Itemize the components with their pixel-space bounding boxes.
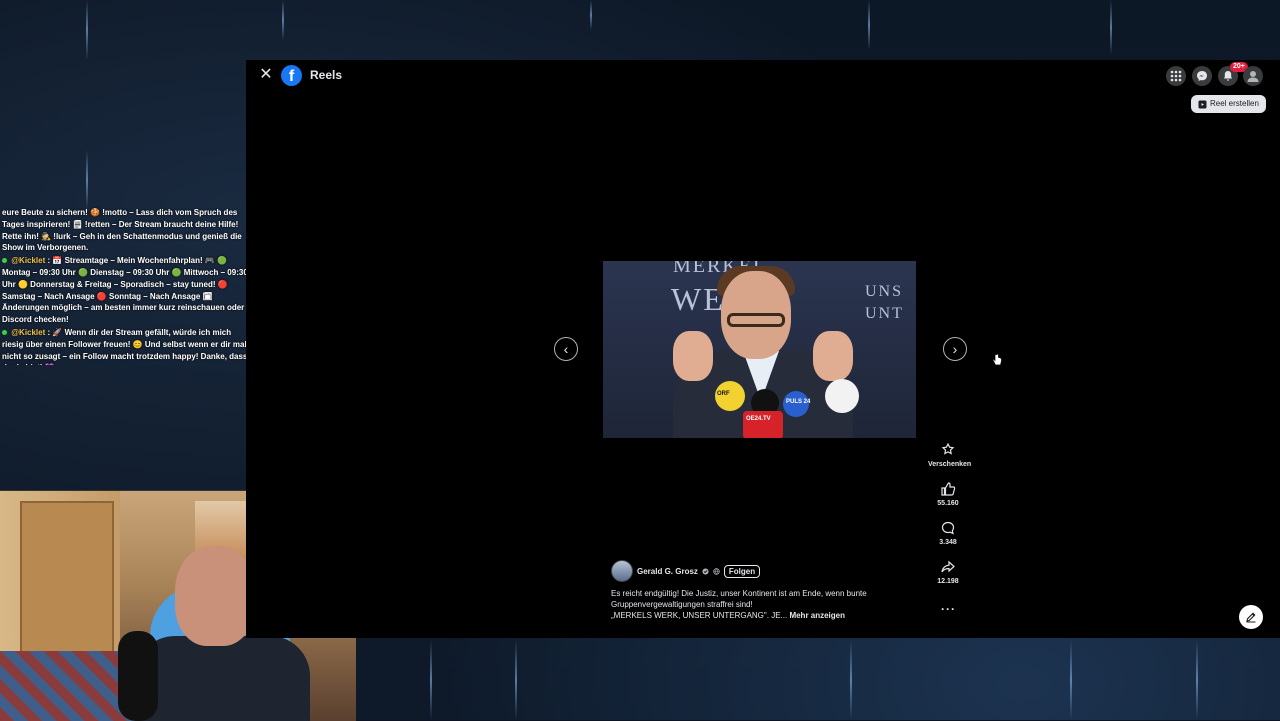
light-streak [590, 0, 592, 30]
mic-logo: OE24.TV [746, 416, 771, 422]
light-streak [1070, 640, 1072, 720]
chat-message: @Kicklet : 🚀 Wenn dir der Stream gefällt… [2, 327, 248, 365]
light-streak [515, 640, 517, 720]
poster-text: UNS [865, 283, 904, 300]
status-dot-icon [2, 329, 7, 335]
author-row: Gerald G. Grosz Folgen [611, 560, 761, 582]
mic-logo: ORF [717, 391, 730, 397]
bell-icon [1223, 71, 1233, 81]
light-streak [868, 0, 870, 50]
create-reel-button[interactable]: Reel erstellen [1191, 95, 1266, 113]
speaker-hand [673, 331, 713, 381]
chat-text: eure Beute zu sichern! 🍪 !motto – Lass d… [2, 208, 242, 253]
share-count: 12.198 [937, 578, 959, 585]
gift-label: Verschenken [928, 461, 972, 468]
speaker-glasses [727, 313, 785, 327]
chat-username: @Kicklet [11, 327, 46, 337]
compose-button[interactable] [1239, 605, 1263, 629]
light-streak [850, 640, 852, 720]
reel-icon [1198, 100, 1207, 108]
status-dot-icon [2, 258, 7, 264]
caption-text: Es reicht endgültig! Die Justiz, unser K… [611, 589, 867, 609]
share-icon [941, 560, 955, 573]
facebook-logo[interactable]: f [281, 65, 302, 86]
chat-text: 📅 Streamtage – Mein Wochenfahrplan! 🎮 🟢 … [2, 256, 248, 325]
poster-text: UNT [865, 305, 904, 322]
light-streak [1110, 0, 1112, 55]
light-streak [86, 150, 88, 210]
chat-message: eure Beute zu sichern! 🍪 !motto – Lass d… [2, 207, 248, 254]
previous-reel-button[interactable]: ‹ [554, 337, 578, 361]
avatar[interactable] [611, 560, 633, 582]
reel-caption: Es reicht endgültig! Die Justiz, unser K… [611, 588, 911, 621]
chat-username: @Kicklet [11, 256, 46, 266]
page-title: Reels [310, 68, 343, 82]
messenger-icon [1197, 71, 1207, 81]
light-streak [1196, 640, 1198, 720]
comment-action[interactable]: 3.348 [928, 520, 968, 546]
caption-text: „MERKELS WERK, UNSER UNTERGANG". JE... [611, 611, 788, 620]
webcam-cabinet [20, 501, 114, 655]
follow-button[interactable]: Folgen [723, 564, 761, 578]
microphone [825, 379, 859, 413]
author-name[interactable]: Gerald G. Grosz [637, 567, 698, 576]
webcam-person-head [175, 546, 255, 646]
comment-icon [941, 521, 955, 535]
light-streak [282, 0, 284, 40]
show-more-link[interactable]: Mehr anzeigen [789, 611, 845, 620]
light-streak [430, 640, 432, 720]
grid-icon [1170, 70, 1182, 82]
next-reel-button[interactable]: › [943, 337, 967, 361]
webcam-microphone [118, 631, 158, 721]
comment-count: 3.348 [939, 539, 957, 546]
chevron-right-icon: › [952, 341, 958, 357]
verified-icon [702, 567, 709, 575]
gift-action[interactable]: Verschenken [928, 442, 972, 468]
messenger-button[interactable] [1192, 66, 1212, 86]
edit-icon [1246, 612, 1256, 623]
stream-chat-overlay: eure Beute zu sichern! 🍪 !motto – Lass d… [0, 205, 250, 365]
webcam-person-body [135, 636, 310, 721]
globe-icon [713, 567, 720, 575]
thumbs-up-icon [941, 482, 956, 496]
avatar-icon [1247, 71, 1259, 82]
reel-video[interactable]: MERKEL WERK UNS UNT ORF OE24.TV PULS 24 [603, 261, 916, 438]
like-count: 55.160 [937, 500, 959, 507]
more-options-icon[interactable]: ··· [941, 602, 956, 616]
light-streak [86, 0, 88, 60]
create-reel-label: Reel erstellen [1210, 99, 1259, 108]
chevron-left-icon: ‹ [563, 341, 569, 357]
mic-logo: PULS 24 [786, 399, 811, 405]
hand-cursor-icon [992, 353, 1002, 366]
close-icon[interactable]: ✕ [258, 67, 274, 83]
like-action[interactable]: 55.160 [928, 481, 968, 507]
speaker-hand [813, 331, 853, 381]
gift-icon [941, 442, 955, 455]
share-action[interactable]: 12.198 [928, 559, 968, 585]
chat-message: @Kicklet : 📅 Streamtage – Mein Wochenfah… [2, 256, 248, 325]
menu-button[interactable] [1166, 66, 1186, 86]
account-button[interactable] [1243, 66, 1263, 86]
